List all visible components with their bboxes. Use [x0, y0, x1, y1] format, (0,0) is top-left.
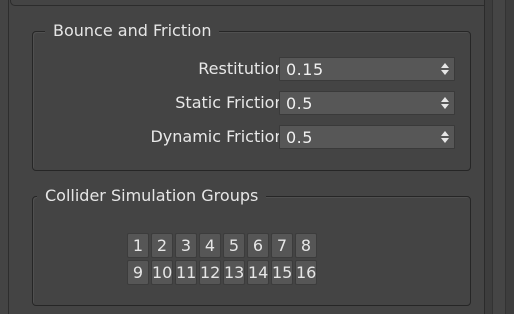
dynamic-friction-label: Dynamic Friction: — [150, 127, 290, 146]
group-button-16[interactable]: 16 — [295, 260, 317, 285]
static-friction-value[interactable]: 0.5 — [286, 93, 313, 115]
restitution-row: Restitution: 0.15 — [33, 57, 470, 81]
static-friction-row: Static Friction: 0.5 — [33, 91, 470, 115]
restitution-spinner[interactable]: 0.15 — [279, 57, 455, 81]
dynamic-friction-value[interactable]: 0.5 — [286, 127, 313, 149]
right-scroll-area[interactable] — [484, 0, 514, 314]
bounce-friction-group: Bounce and Friction Restitution: 0.15 St… — [32, 20, 471, 171]
group-button-14[interactable]: 14 — [247, 260, 269, 285]
restitution-label: Restitution: — [198, 59, 290, 78]
group-button-2[interactable]: 2 — [151, 233, 173, 258]
static-friction-spinner[interactable]: 0.5 — [279, 91, 455, 115]
dynamic-friction-spinner[interactable]: 0.5 — [279, 125, 455, 149]
group-button-15[interactable]: 15 — [271, 260, 293, 285]
group-title: Bounce and Friction — [45, 20, 220, 42]
group-button-1[interactable]: 1 — [127, 233, 149, 258]
group-button-10[interactable]: 10 — [151, 260, 173, 285]
group-button-5[interactable]: 5 — [223, 233, 245, 258]
group-button-3[interactable]: 3 — [175, 233, 197, 258]
group-button-8[interactable]: 8 — [295, 233, 317, 258]
previous-group-bottom-edge — [10, 0, 494, 6]
static-friction-label: Static Friction: — [175, 93, 290, 112]
up-down-arrows-icon[interactable] — [440, 130, 450, 144]
group-button-9[interactable]: 9 — [127, 260, 149, 285]
group-title: Collider Simulation Groups — [37, 185, 267, 207]
dynamic-friction-row: Dynamic Friction: 0.5 — [33, 125, 470, 149]
group-button-12[interactable]: 12 — [199, 260, 221, 285]
group-button-7[interactable]: 7 — [271, 233, 293, 258]
group-button-4[interactable]: 4 — [199, 233, 221, 258]
group-button-11[interactable]: 11 — [175, 260, 197, 285]
scrollbar-track[interactable] — [492, 0, 506, 314]
collider-simulation-groups-group: Collider Simulation Groups 1 2 3 4 5 6 7… — [32, 185, 471, 306]
up-down-arrows-icon[interactable] — [440, 62, 450, 76]
group-button-13[interactable]: 13 — [223, 260, 245, 285]
group-button-6[interactable]: 6 — [247, 233, 269, 258]
restitution-value[interactable]: 0.15 — [286, 59, 324, 81]
up-down-arrows-icon[interactable] — [440, 96, 450, 110]
